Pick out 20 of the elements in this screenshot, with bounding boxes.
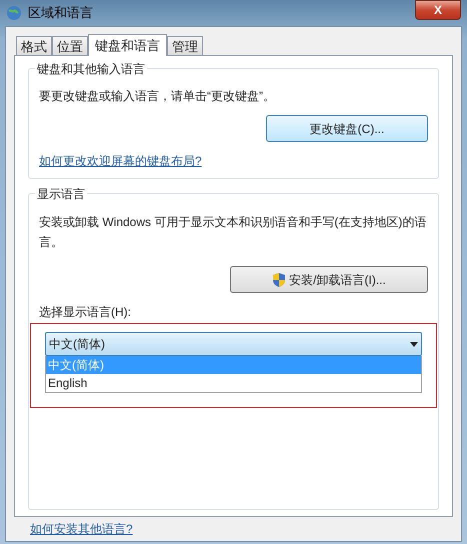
tab[interactable]: 位置 [52,36,88,55]
language-dropdown[interactable]: 中文(简体) [45,332,422,356]
change-keyboard-button[interactable]: 更改键盘(C)... [266,115,428,142]
description-text: 安装或卸载 Windows 可用于显示文本和识别语音和手写(在支持地区)的语言。 [39,214,428,251]
tab[interactable]: 管理 [167,36,203,55]
dropdown-caret-icon [410,342,418,346]
select-label: 选择显示语言(H): [39,304,132,321]
description-text: 要更改键盘或输入语言，请单击“更改键盘”。 [39,88,276,105]
globe-icon [6,5,22,21]
group-title: 显示语言 [35,185,87,203]
close-button[interactable]: X [415,0,461,20]
tab[interactable]: 键盘和语言 [88,34,167,56]
install-language-button[interactable]: 安装/卸载语言(I)... [230,266,428,293]
dropdown-option[interactable]: English [46,374,421,392]
window-title: 区域和语言 [28,4,93,22]
keyboard-layout-link[interactable]: 如何更改欢迎屏幕的键盘布局? [39,152,202,170]
group-title: 键盘和其他输入语言 [35,60,147,78]
shield-icon [272,272,286,288]
install-languages-link[interactable]: 如何安装其他语言? [14,517,133,541]
tab[interactable]: 格式 [16,36,52,55]
